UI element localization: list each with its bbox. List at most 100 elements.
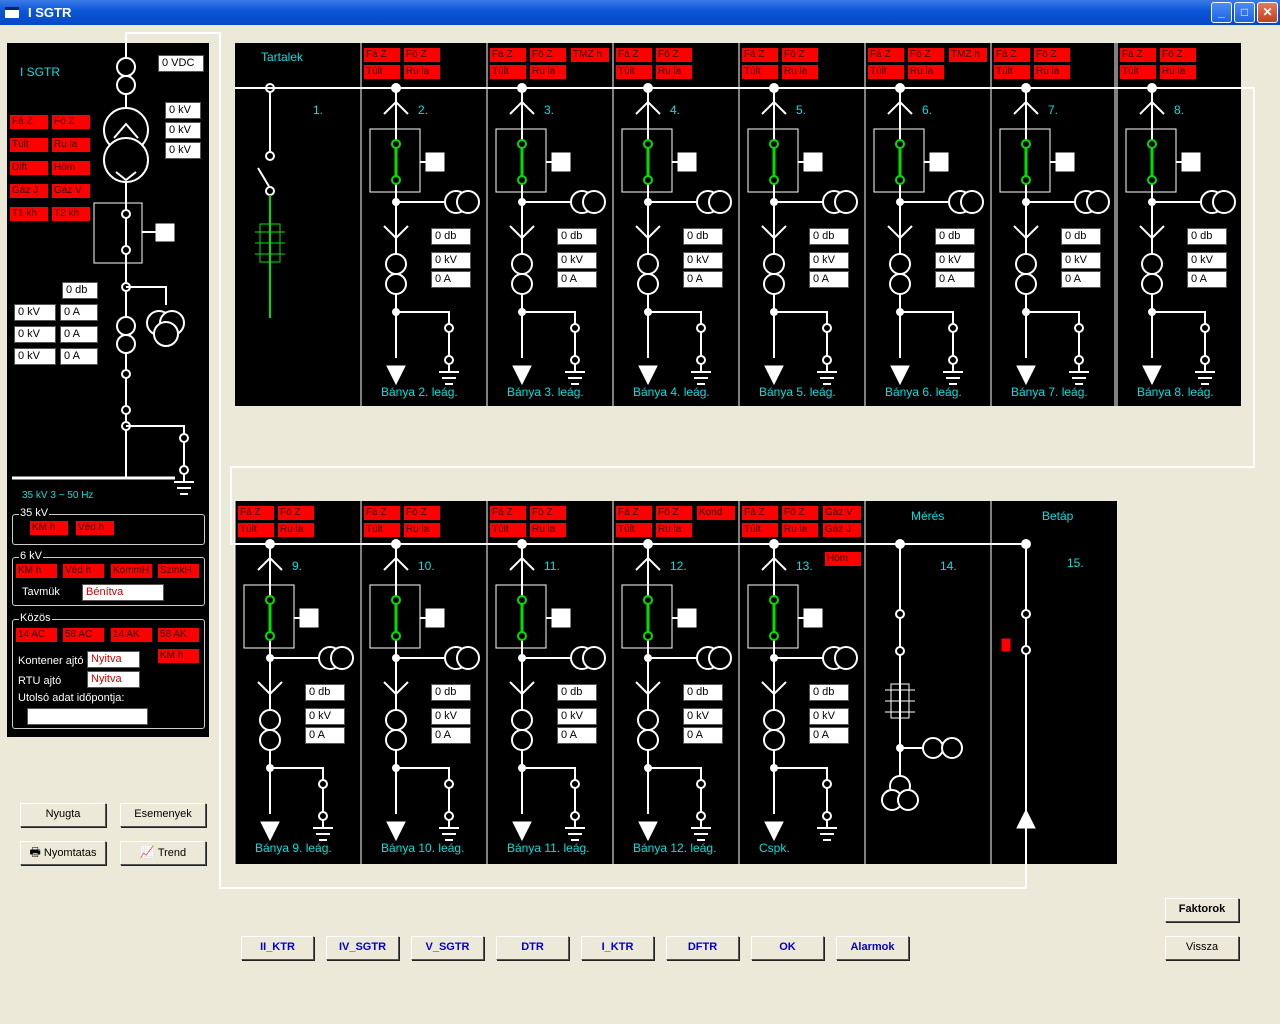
vissza-button[interactable]: Vissza [1165, 936, 1239, 960]
earth-branch [774, 767, 828, 780]
bay-outgoing-label: Cspk. [759, 841, 790, 855]
voltage-transformer-2 [385, 729, 407, 751]
left-breaker-indicator [155, 223, 175, 242]
tavmuk-label: Tavmük [22, 586, 60, 598]
bay-alarm: Fö Z [1034, 48, 1070, 62]
bay-alarm: Fá Z [616, 506, 652, 520]
nav-button-i-ktr[interactable]: I_KTR [581, 936, 654, 960]
voltage-transformer-1 [385, 253, 407, 275]
bay-alarm-extra: Höm [825, 552, 861, 566]
bay-outgoing-label: Bánya 3. leág. [507, 385, 584, 399]
bay-alarm: Ru la [1034, 65, 1070, 79]
bay-db-readout: 0 db [431, 684, 471, 701]
bay-number: 8. [1174, 103, 1185, 117]
breaker-indicator [803, 608, 823, 628]
bay-alarm: Fö Z [404, 48, 440, 62]
meres-label: Mérés [911, 509, 945, 523]
ct-core-2 [456, 190, 480, 214]
earth-switch-bottom [444, 355, 454, 365]
outgoing-arrow [638, 821, 658, 842]
meres-ct-2 [941, 737, 963, 759]
voltage-transformer-2 [511, 729, 533, 751]
tartalek-disconnector-top [265, 151, 275, 161]
earth-branch [648, 311, 702, 324]
breaker-pole [391, 139, 401, 149]
outgoing-arrow [512, 821, 532, 842]
ct-core-2 [708, 190, 732, 214]
left-kv-readout: 0 kV [165, 102, 201, 119]
esemenyek-button[interactable]: Esemenyek [120, 803, 206, 827]
left-ct-2 [116, 75, 136, 95]
faktorok-button[interactable]: Faktorok [1165, 898, 1239, 922]
left-alarm: Dift [10, 161, 48, 175]
nav-button-v-sgtr[interactable]: V_SGTR [411, 936, 484, 960]
breaker-pole [1021, 175, 1031, 185]
breaker-pole [895, 139, 905, 149]
left-alarm: Fö Z [52, 115, 90, 129]
rtu-value: Nyitva [87, 671, 140, 688]
bay-number: 7. [1048, 103, 1059, 117]
earth-branch [522, 767, 576, 780]
voltage-transformer-2 [637, 273, 659, 295]
bay-alarm: Gáz V [823, 506, 861, 520]
nav-button-dtr[interactable]: DTR [496, 936, 569, 960]
bay-a-readout: 0 A [683, 727, 723, 744]
group-6kv-label: 6 kV [19, 550, 44, 562]
bay-number: 13. [796, 559, 813, 573]
breaker-pole [643, 139, 653, 149]
breaker-pole [517, 595, 527, 605]
bay-db-readout: 0 db [557, 228, 597, 245]
bay-alarm: Fá Z [364, 506, 400, 520]
ct-core-2 [834, 646, 858, 670]
nav-button-alarmok[interactable]: Alarmok [836, 936, 909, 960]
nyomtatas-label: Nyomtatas [43, 847, 97, 859]
outgoing-arrow [260, 821, 280, 842]
left-a-meas: 0 A [60, 348, 98, 365]
nyomtatas-button[interactable]: 🖶 Nyomtatas [20, 841, 106, 865]
left-ct-3 [116, 316, 136, 336]
bay-a-readout: 0 A [809, 271, 849, 288]
bay-alarm: Ru la [530, 523, 566, 537]
voltage-transformer-2 [1015, 273, 1037, 295]
voltage-transformer-2 [511, 273, 533, 295]
group-kozos-label: Közös [19, 612, 52, 624]
bay-alarm: Fá Z [364, 48, 400, 62]
bay-alarm: TMZ h [949, 48, 987, 62]
earth-branch [648, 767, 702, 780]
nav-button-dftr[interactable]: DFTR [666, 936, 739, 960]
left-kv-meas: 0 kV [14, 348, 56, 365]
nav-button-ii-ktr[interactable]: II_KTR [241, 936, 314, 960]
bay-alarm: Túlt [616, 523, 652, 537]
bay-outgoing-label: Bánya 10. leág. [381, 841, 465, 855]
ct-core-2 [834, 190, 858, 214]
breaker-pole [769, 631, 779, 641]
nyugta-button[interactable]: Nyugta [20, 803, 106, 827]
bay-outgoing-label: Bánya 7. leág. [1011, 385, 1088, 399]
trend-button[interactable]: 📈 Trend [120, 841, 206, 865]
left-alarm: Gáz V [52, 184, 90, 198]
bay-kv-readout: 0 kV [1061, 252, 1101, 269]
earth-branch [396, 767, 450, 780]
ct-core-2 [456, 646, 480, 670]
nav-button-iv-sgtr[interactable]: IV_SGTR [326, 936, 399, 960]
breaker-indicator [677, 608, 697, 628]
bay-db-readout: 0 db [683, 684, 723, 701]
outgoing-arrow [1142, 365, 1162, 386]
earth-switch-bottom [948, 355, 958, 365]
earth-switch-bottom [444, 811, 454, 821]
earth-switch-top [822, 323, 832, 333]
tavmuk-value: Bénítva [82, 584, 164, 601]
breaker-indicator [551, 608, 571, 628]
bay-alarm: TMZ h [571, 48, 609, 62]
bay-alarm: Fö Z [656, 506, 692, 520]
left-aux-feeder [126, 286, 167, 305]
left-earth-branch [126, 425, 185, 438]
bay-alarm: Fö Z [782, 506, 818, 520]
tartalek-label: Tartalek [261, 50, 304, 64]
left-a-meas: 0 A [60, 304, 98, 321]
voltage-transformer-1 [1015, 253, 1037, 275]
bay-number: 10. [418, 559, 435, 573]
voltage-transformer-2 [763, 273, 785, 295]
bay-alarm: Ru la [656, 523, 692, 537]
nav-button-ok[interactable]: OK [751, 936, 824, 960]
